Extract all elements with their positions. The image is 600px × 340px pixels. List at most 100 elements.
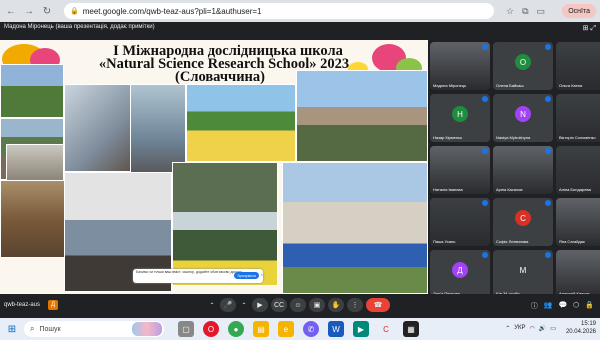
participant-name: Арніа Касачов xyxy=(496,187,523,192)
layout-icon[interactable]: ⊞ ⤢ xyxy=(583,24,596,33)
people-icon[interactable]: 👥 xyxy=(544,301,553,311)
participant-tile[interactable]: Ольга Катюк xyxy=(556,42,600,90)
lock-icon: 🔒 xyxy=(70,8,79,15)
browser-actions: ☆ ⧉ ▭ xyxy=(502,6,549,17)
participant-tile[interactable]: Мадона Міронець xyxy=(430,42,490,90)
extensions-icon[interactable]: ⧉ xyxy=(522,6,528,17)
participant-tile[interactable]: С Софія Литвинова xyxy=(493,198,553,246)
search-placeholder: Пошук xyxy=(39,325,61,333)
participant-name: Мадона Міронець xyxy=(433,83,467,88)
participant-name: Паша Усань xyxy=(433,239,456,244)
participant-name: Nastya Mytrokhyna xyxy=(496,135,531,140)
presenter-label: Мадона Міронець (ваша презентація, додає… xyxy=(4,24,155,30)
participant-tile[interactable]: Вікторія Соломенко xyxy=(556,94,600,142)
photo-group-lake xyxy=(0,64,64,118)
captions-icon[interactable]: CC xyxy=(271,298,287,312)
participant-tile[interactable]: N Nastya Mytrokhyna xyxy=(493,94,553,142)
info-icon[interactable]: ⓘ xyxy=(531,301,538,311)
notice-close-icon[interactable]: × xyxy=(261,272,263,277)
participant-tile[interactable]: Анатолій Каркон xyxy=(556,250,600,298)
photo-yellow-shirts xyxy=(186,84,296,162)
chevron-up-icon[interactable]: ⌃ xyxy=(505,325,510,332)
meet-side-actions: ⓘ 👥 💬 ⬡ 🔒 xyxy=(525,301,594,311)
profile-button[interactable]: Оснїта xyxy=(562,4,596,18)
bookmark-star-icon[interactable]: ☆ xyxy=(506,6,514,17)
participant-tile[interactable]: Наталія Іванова xyxy=(430,146,490,194)
mic-status-icon xyxy=(482,200,488,206)
camera-icon[interactable]: ▶ xyxy=(252,298,268,312)
chrome-icon[interactable]: ● xyxy=(228,321,244,337)
clock-time: 15:19 xyxy=(580,321,596,327)
participant-tile[interactable]: Яна Сагайдак xyxy=(556,198,600,246)
mic-status-icon xyxy=(545,200,551,206)
raise-hand-icon[interactable]: ✋ xyxy=(328,298,344,312)
activities-icon[interactable]: ⬡ xyxy=(573,301,579,311)
windows-start-icon[interactable]: ⊞ xyxy=(4,321,20,337)
participant-tile[interactable]: ДДар'я Пелкова xyxy=(430,250,490,298)
opera-icon[interactable]: O xyxy=(203,321,219,337)
meet-header: Мадона Міронець (ваша презентація, додає… xyxy=(0,22,600,36)
browser-toolbar: ← → ↻ 🔒 meet.google.com/qwb-teaz-aus?pli… xyxy=(0,0,600,22)
participant-name: Ольга Катюк xyxy=(559,83,583,88)
participant-name: Яна Сагайдак xyxy=(559,239,585,244)
participant-tile[interactable]: МЩе 34 особи xyxy=(493,250,553,298)
end-call-icon[interactable]: ☎ xyxy=(366,298,390,312)
participant-tile[interactable]: Аліна Бондарева xyxy=(556,146,600,194)
viber-icon[interactable]: ✆ xyxy=(303,321,319,337)
participant-avatar: С xyxy=(515,210,531,226)
folder-icon[interactable]: ▤ xyxy=(253,321,269,337)
word-icon[interactable]: W xyxy=(328,321,344,337)
mic-status-icon xyxy=(545,148,551,154)
mic-status-icon xyxy=(482,44,488,50)
edge-icon[interactable]: e xyxy=(278,321,294,337)
wifi-icon[interactable]: ◠ xyxy=(530,325,535,332)
presentation-notice: Бачимо чи тільки ваш вміст, заштор, дода… xyxy=(133,269,263,283)
reload-icon[interactable]: ↻ xyxy=(40,4,54,18)
photo-castle xyxy=(296,70,428,162)
system-tray: ⌃ УКР ◠ 🔊 ▭ 15:19 20.04.2026 xyxy=(501,320,596,336)
meet-controls-bar: qwb-teaz-aus Д ⌃ 🎤 ⌃ ▶ CC ☺ ▣ ✋ ⋮ ☎ ⓘ 👥 … xyxy=(0,294,600,318)
participant-tile[interactable]: О Олена Байкаш xyxy=(493,42,553,90)
participant-tile[interactable]: Арніа Касачов xyxy=(493,146,553,194)
chat-icon[interactable]: 💬 xyxy=(558,301,567,311)
emoji-icon[interactable]: ☺ xyxy=(290,298,306,312)
more-icon[interactable]: ⋮ xyxy=(347,298,363,312)
participant-tile[interactable]: Н Назар Кірменко xyxy=(430,94,490,142)
mic-options-icon[interactable]: ⌃ xyxy=(207,298,217,312)
mic-status-icon xyxy=(545,252,551,258)
photo-university xyxy=(282,162,428,294)
mic-status-icon xyxy=(482,252,488,258)
language-indicator[interactable]: УКР xyxy=(514,325,525,331)
app-icon[interactable]: C xyxy=(378,321,394,337)
mic-status-icon xyxy=(482,148,488,154)
address-bar[interactable]: 🔒 meet.google.com/qwb-teaz-aus?pli=1&aut… xyxy=(64,3,494,19)
back-icon[interactable]: ← xyxy=(4,4,18,18)
search-highlight-image xyxy=(132,322,162,336)
taskview-icon[interactable]: ▢ xyxy=(178,321,194,337)
call-controls: ⌃ 🎤 ⌃ ▶ CC ☺ ▣ ✋ ⋮ ☎ xyxy=(207,298,393,312)
participant-name: Олена Байкаш xyxy=(496,83,524,88)
camera-options-icon[interactable]: ⌃ xyxy=(239,298,249,312)
participant-avatar: М xyxy=(515,262,531,278)
clock[interactable]: 15:19 20.04.2026 xyxy=(562,320,596,336)
participant-name: Назар Кірменко xyxy=(433,135,463,140)
clock-date: 20.04.2026 xyxy=(565,329,596,335)
participant-avatar: О xyxy=(515,54,531,70)
sidepanel-icon[interactable]: ▭ xyxy=(537,6,546,17)
participant-tile[interactable]: Паша Усань xyxy=(430,198,490,246)
forward-icon[interactable]: → xyxy=(22,4,36,18)
profile-name: Оснїта xyxy=(568,7,590,15)
lock-icon[interactable]: 🔒 xyxy=(585,301,594,311)
notice-ok-button[interactable]: Зрозуміло xyxy=(234,272,259,279)
mic-icon[interactable]: 🎤 xyxy=(220,298,236,312)
taskbar-search[interactable]: ⌕ Пошук xyxy=(24,321,164,337)
present-icon[interactable]: ▣ xyxy=(309,298,325,312)
app-icon-2[interactable]: ▦ xyxy=(403,321,419,337)
participant-avatar: N xyxy=(515,106,531,122)
participant-avatar: Н xyxy=(452,106,468,122)
volume-icon[interactable]: 🔊 xyxy=(539,325,546,332)
url-text: meet.google.com/qwb-teaz-aus?pli=1&authu… xyxy=(82,6,262,16)
participant-name: Аліна Бондарева xyxy=(559,187,591,192)
meet-app-icon[interactable]: ▶ xyxy=(353,321,369,337)
battery-icon[interactable]: ▭ xyxy=(550,325,556,332)
